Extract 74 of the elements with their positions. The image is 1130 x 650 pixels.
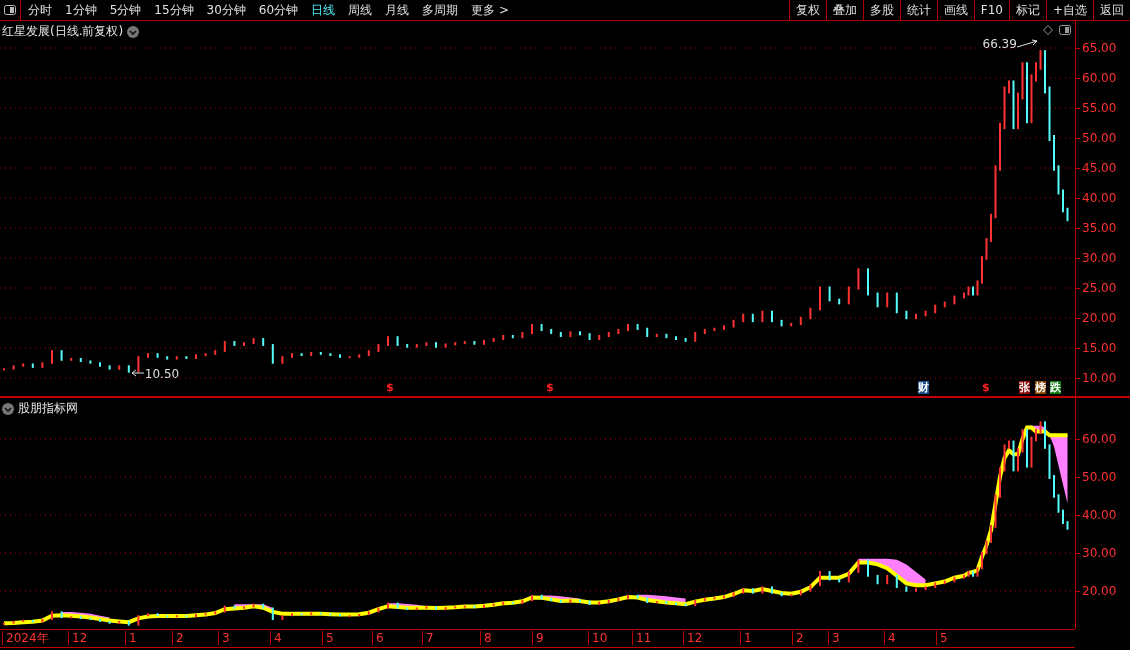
- axis-label: 60.00: [1082, 71, 1117, 85]
- axis-label: 55.00: [1082, 101, 1117, 115]
- panel-toggle-icon[interactable]: [4, 5, 16, 15]
- period-tab[interactable]: 15分钟: [147, 0, 200, 20]
- toolbar-button[interactable]: 叠加: [825, 0, 863, 20]
- toolbar-button[interactable]: F10: [973, 0, 1009, 20]
- axis-label: 40.00: [1082, 508, 1117, 522]
- axis-label: 25.00: [1082, 281, 1117, 295]
- time-axis-label: 3: [218, 631, 230, 645]
- period-tab[interactable]: 60分钟: [251, 0, 305, 20]
- event-badge[interactable]: 跌: [1050, 381, 1061, 394]
- time-axis-label: 2024年: [2, 631, 49, 645]
- high-price-label: 66.39: [982, 36, 1017, 51]
- toolbar-button[interactable]: 复权: [788, 0, 826, 20]
- time-axis-label: 1: [125, 631, 137, 645]
- period-tab[interactable]: 多周期: [415, 0, 465, 20]
- chevron-down-icon[interactable]: [2, 402, 14, 415]
- period-tab[interactable]: 日线: [304, 0, 342, 20]
- period-tab[interactable]: 周线: [341, 0, 379, 20]
- time-axis-label: 7: [422, 631, 434, 645]
- axis-label: 20.00: [1082, 584, 1117, 598]
- time-axis-label: 5: [936, 631, 948, 645]
- time-axis-label: 5: [322, 631, 334, 645]
- time-axis-label: 9: [532, 631, 544, 645]
- time-axis-label: 2: [792, 631, 804, 645]
- toolbar-button[interactable]: 画线: [936, 0, 974, 20]
- toolbar-button[interactable]: 统计: [899, 0, 937, 20]
- axis-label: 45.00: [1082, 161, 1117, 175]
- axis-label: 65.00: [1082, 41, 1117, 55]
- axis-label: 15.00: [1082, 341, 1117, 355]
- toolbar-button[interactable]: 标记: [1008, 0, 1046, 20]
- toolbar-button[interactable]: 返回: [1093, 0, 1130, 20]
- event-marker[interactable]: $: [546, 381, 554, 394]
- chart-title: 红星发展(日线.前复权): [2, 23, 124, 40]
- period-tab[interactable]: 30分钟: [199, 0, 252, 20]
- low-price-label: 10.50: [144, 367, 180, 381]
- period-tab[interactable]: 月线: [378, 0, 416, 20]
- time-axis-label: 6: [372, 631, 384, 645]
- arrow-icon: [130, 369, 145, 377]
- axis-label: 40.00: [1082, 191, 1117, 205]
- event-badge[interactable]: 榜: [1035, 381, 1046, 394]
- chevron-down-icon[interactable]: [127, 25, 140, 38]
- event-badge[interactable]: 张: [1019, 381, 1030, 394]
- event-marker[interactable]: $: [386, 381, 394, 394]
- time-axis-label: 12: [68, 631, 88, 645]
- axis-label: 30.00: [1082, 251, 1117, 265]
- axis-label: 60.00: [1082, 432, 1117, 446]
- time-axis-label: 10: [588, 631, 608, 645]
- toolbar-button[interactable]: +自选: [1045, 0, 1093, 20]
- indicator-title: 股朋指标网: [18, 400, 78, 417]
- axis-label: 30.00: [1082, 546, 1117, 560]
- time-axis-label: 3: [828, 631, 840, 645]
- arrow-icon: [1016, 38, 1039, 49]
- period-tab[interactable]: 分时: [21, 0, 58, 20]
- time-axis-label: 1: [740, 631, 752, 645]
- axis-label: 50.00: [1082, 470, 1117, 484]
- event-marker[interactable]: $: [982, 381, 990, 394]
- time-axis-label: 12: [683, 631, 703, 645]
- axis-label: 35.00: [1082, 221, 1117, 235]
- time-axis-label: 4: [270, 631, 282, 645]
- time-axis-label: 4: [884, 631, 896, 645]
- diamond-icon[interactable]: [1043, 25, 1053, 35]
- period-tab[interactable]: 1分钟: [58, 0, 103, 20]
- time-axis-label: 2: [172, 631, 184, 645]
- event-badge[interactable]: 财: [918, 381, 929, 394]
- axis-label: 50.00: [1082, 131, 1117, 145]
- time-axis-label: 8: [480, 631, 492, 645]
- period-tab[interactable]: 5分钟: [102, 0, 148, 20]
- axis-label: 20.00: [1082, 311, 1117, 325]
- axis-label: 10.00: [1082, 371, 1117, 385]
- panel-toggle-icon[interactable]: [1059, 25, 1071, 35]
- period-tab[interactable]: 更多 >: [464, 0, 515, 20]
- time-axis-label: 11: [632, 631, 652, 645]
- toolbar-button[interactable]: 多股: [862, 0, 900, 20]
